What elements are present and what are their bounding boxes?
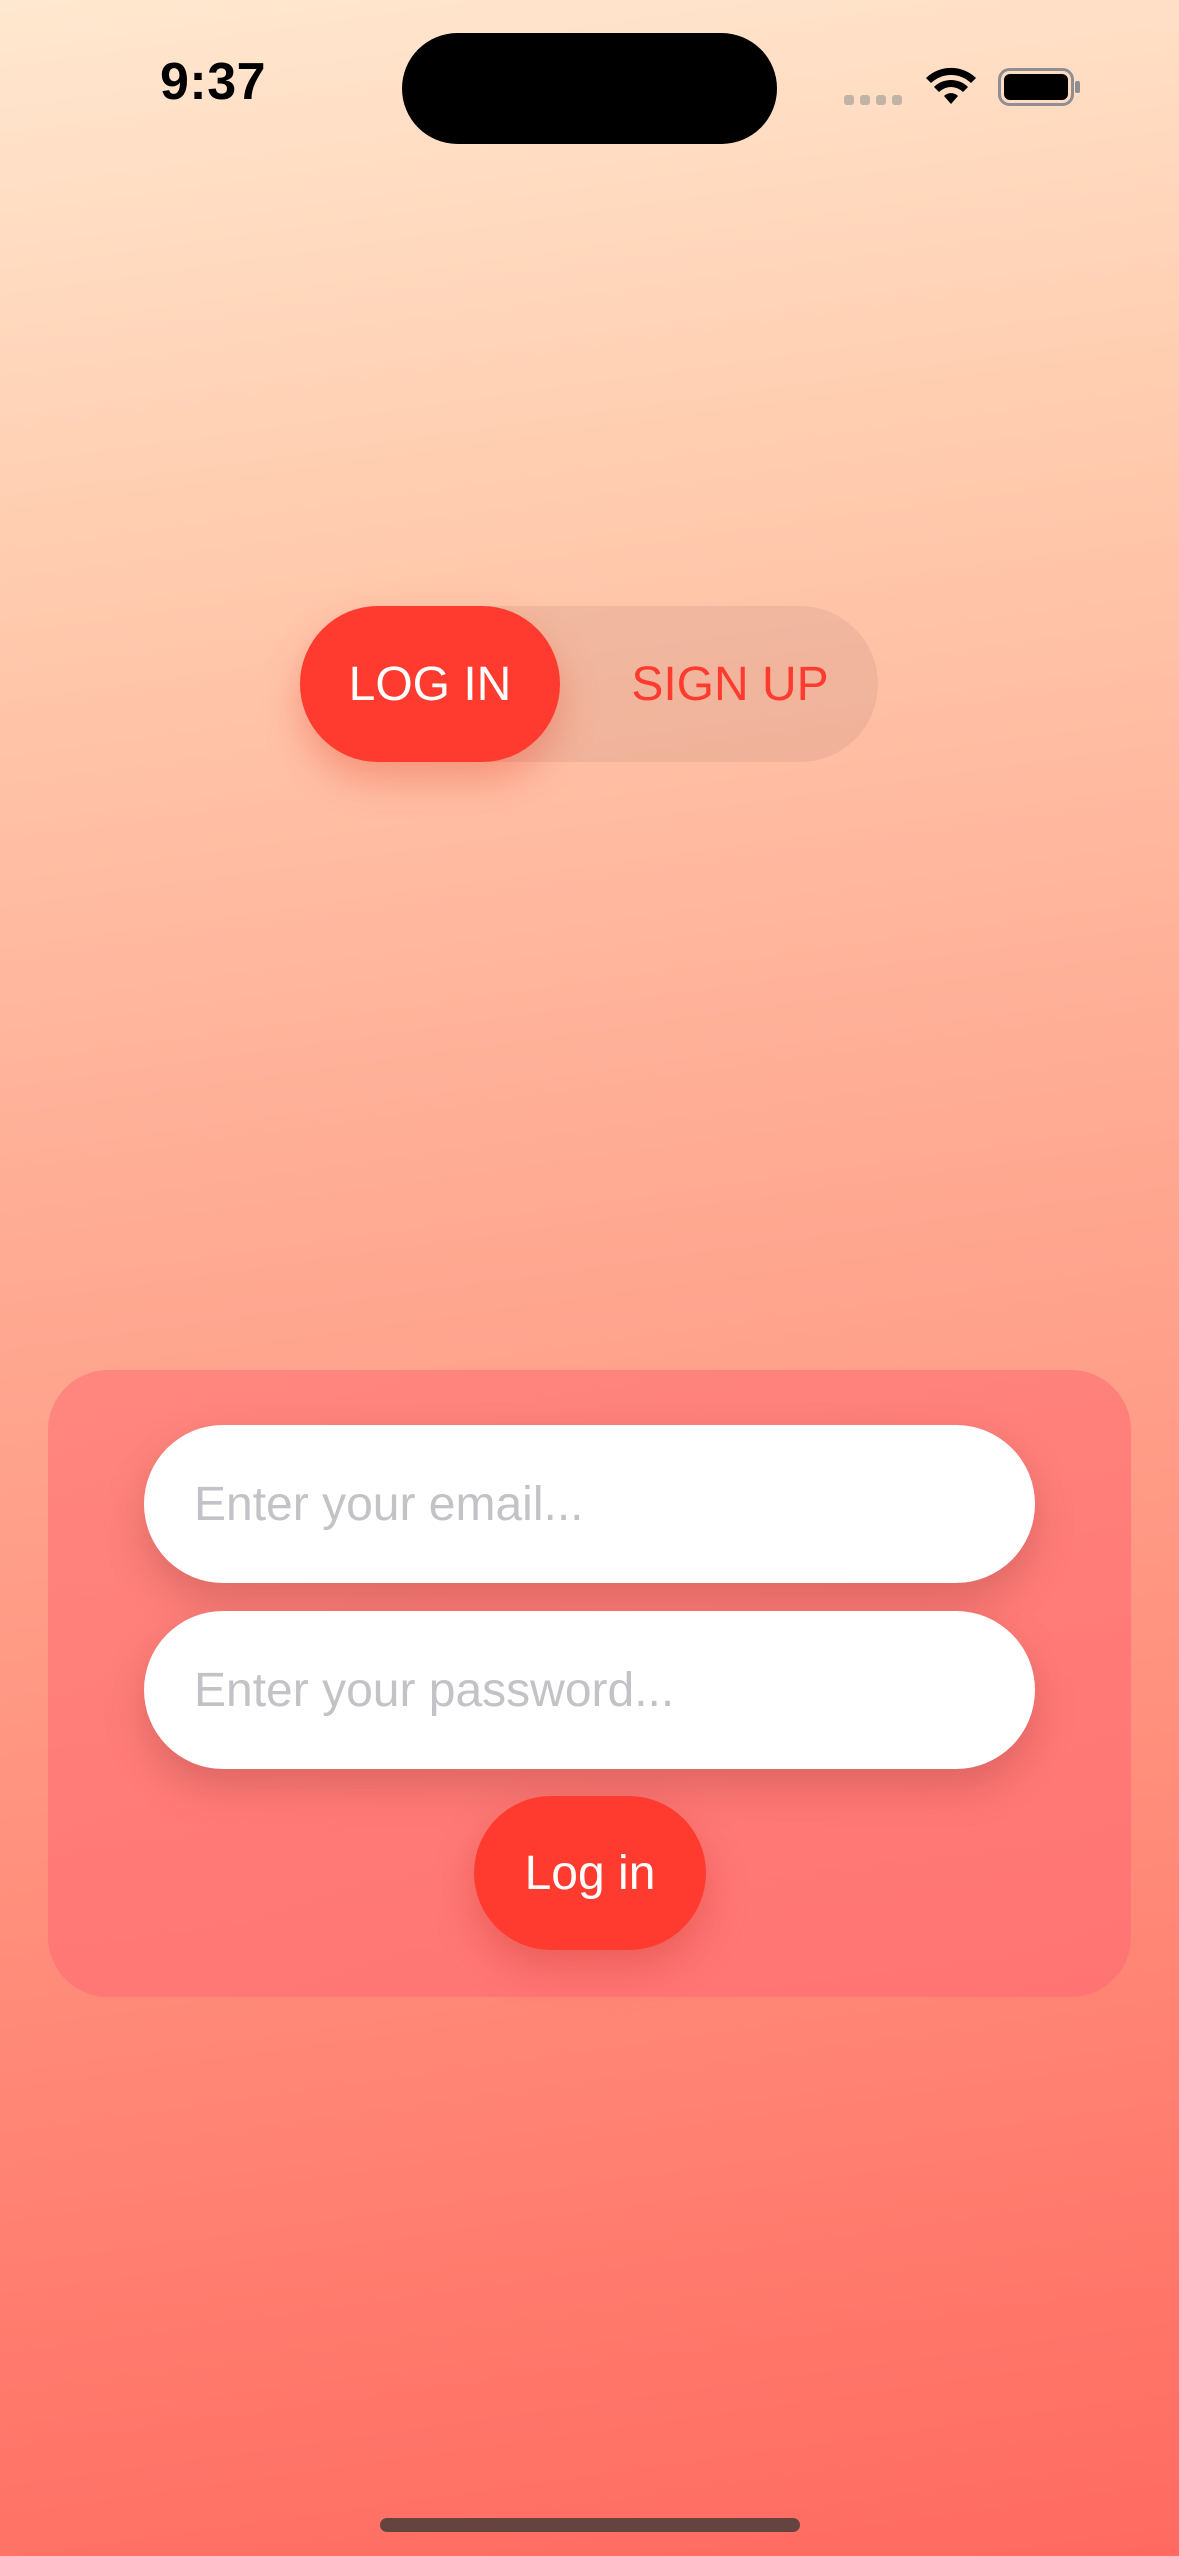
log-in-button[interactable]: Log in (474, 1796, 706, 1950)
tab-sign-up-label: SIGN UP (631, 657, 829, 711)
battery-icon (998, 68, 1080, 106)
tab-log-in[interactable]: LOG IN (300, 606, 560, 762)
home-indicator[interactable] (380, 2518, 800, 2532)
login-form-card: Log in (48, 1370, 1131, 1997)
wifi-icon (926, 67, 976, 104)
dynamic-island (402, 33, 777, 144)
email-field-container (144, 1425, 1035, 1583)
password-field[interactable] (192, 1661, 1035, 1719)
auth-mode-toggle: LOG IN SIGN UP (300, 606, 878, 762)
email-field[interactable] (192, 1475, 1035, 1533)
cellular-signal-icon (844, 95, 902, 105)
status-time: 9:37 (160, 53, 267, 111)
password-field-container (144, 1611, 1035, 1769)
log-in-button-label: Log in (524, 1846, 656, 1900)
tab-log-in-label: LOG IN (348, 657, 512, 711)
tab-sign-up[interactable]: SIGN UP (600, 606, 860, 762)
